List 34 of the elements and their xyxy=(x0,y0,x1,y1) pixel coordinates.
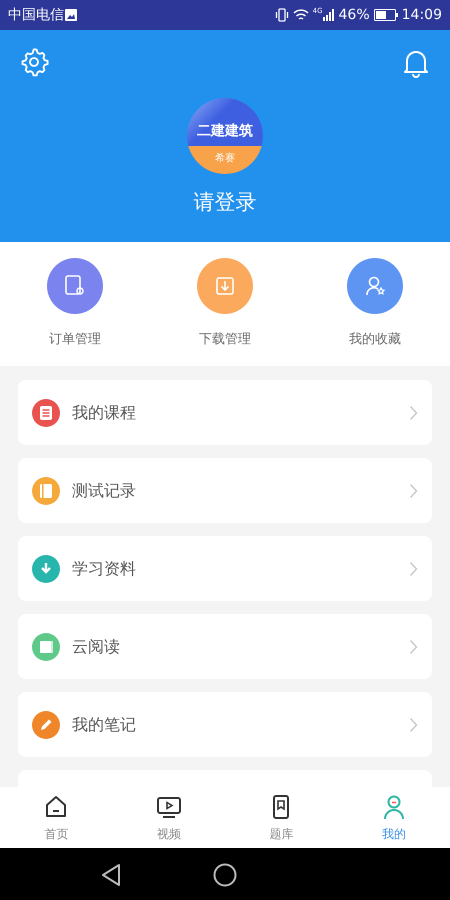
carrier-name: 中国电信 xyxy=(8,6,64,24)
clock-time: 14:09 xyxy=(402,6,442,24)
tab[interactable]: 我的 xyxy=(338,792,450,842)
logo-title: 二建建筑 xyxy=(187,98,263,146)
battery-percent: 46% xyxy=(338,6,370,24)
tab[interactable]: 首页 xyxy=(0,792,112,842)
image-icon xyxy=(64,8,78,22)
quick-action-button[interactable]: 订单管理 xyxy=(15,258,135,350)
menu-item[interactable]: 云阅读 xyxy=(18,614,432,679)
notification-button[interactable] xyxy=(402,48,430,78)
quick-action-button[interactable]: 我的收藏 xyxy=(315,258,435,350)
signal-icon xyxy=(322,9,335,21)
wifi-icon xyxy=(292,8,309,22)
vibrate-icon xyxy=(274,8,289,22)
battery-icon xyxy=(374,9,398,21)
menu-item[interactable]: 我的笔记 xyxy=(18,692,432,757)
chevron-right-icon xyxy=(409,716,418,732)
menu-item[interactable]: 学习资料 xyxy=(18,536,432,601)
login-link[interactable]: 请登录 xyxy=(194,186,256,218)
back-button[interactable] xyxy=(101,862,121,887)
logo-subtitle: 希赛 xyxy=(187,146,263,174)
chevron-right-icon xyxy=(409,404,418,420)
home-icon xyxy=(213,862,237,887)
chevron-right-icon xyxy=(409,560,418,576)
home-button[interactable] xyxy=(213,862,237,887)
chevron-right-icon xyxy=(409,482,418,498)
menu-item[interactable]: 我的课程 xyxy=(18,380,432,445)
bell-icon xyxy=(402,48,430,78)
chevron-right-icon xyxy=(409,638,418,654)
tab[interactable]: 题库 xyxy=(225,792,338,842)
quick-action-button[interactable]: 下载管理 xyxy=(165,258,285,350)
menu-item[interactable]: 测试记录 xyxy=(18,458,432,523)
back-icon xyxy=(101,862,121,887)
tab[interactable]: 视频 xyxy=(112,792,225,842)
